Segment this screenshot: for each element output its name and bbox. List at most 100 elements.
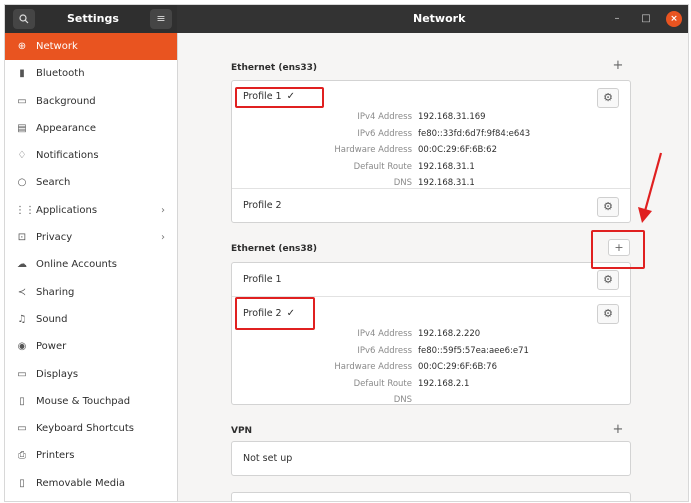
annotation-box-profile2 — [235, 297, 315, 330]
sidebar-item-notifications[interactable]: ♢ Notifications — [5, 142, 177, 169]
sidebar-item-label: Search — [36, 177, 71, 189]
detail-key: IPv4 Address — [357, 112, 412, 122]
sidebar-item-mouse-touchpad[interactable]: ▯ Mouse & Touchpad — [5, 388, 177, 415]
detail-key: Hardware Address — [334, 362, 412, 372]
sidebar-item-label: Privacy — [36, 232, 73, 244]
removable-media-icon: ▯ — [19, 477, 25, 489]
sidebar-item-label: Online Accounts — [36, 259, 118, 271]
section-title-ens33: Ethernet (ens33) — [231, 63, 317, 73]
applications-icon: ⋮⋮ — [15, 204, 35, 216]
privacy-icon: ⊡ — [17, 232, 27, 244]
power-icon: ◉ — [17, 341, 27, 353]
sidebar-item-network[interactable]: ⊕ Network — [5, 33, 177, 61]
detail-value: 192.168.2.220 — [418, 329, 481, 339]
gear-icon: ⚙ — [603, 307, 613, 320]
profile-row[interactable]: Profile 2 ⚙ — [232, 188, 630, 223]
detail-row: Default Route 192.168.2.1 — [232, 376, 630, 393]
sidebar-item-keyboard-shortcuts[interactable]: ▭ Keyboard Shortcuts — [5, 415, 177, 442]
detail-value: 192.168.31.1 — [418, 161, 475, 172]
sidebar-item-label: Network — [36, 41, 78, 52]
sidebar-item-label: Keyboard Shortcuts — [36, 423, 134, 435]
annotation-arrow — [638, 152, 663, 223]
network-panel: Ethernet (ens33) + Profile 1 ✓ ⚙ IPv4 Add… — [178, 33, 688, 501]
sidebar-item-label: Power — [36, 341, 67, 353]
sidebar-item-printers[interactable]: ⎙ Printers — [5, 442, 177, 469]
displays-icon: ▭ — [17, 368, 27, 380]
detail-row: Hardware Address 00:0C:29:6F:6B:76 — [232, 359, 630, 376]
sidebar-item-background[interactable]: ▭ Background — [5, 88, 177, 115]
page-title: Network — [413, 12, 466, 25]
detail-key: Hardware Address — [334, 145, 412, 155]
sidebar-item-label: Printers — [36, 450, 75, 462]
sidebar-item-applications[interactable]: ⋮⋮ Applications › — [5, 197, 177, 224]
sidebar-item-label: Removable Media — [36, 477, 126, 489]
profile-label: Profile 2 — [243, 200, 282, 211]
sidebar-item-sharing[interactable]: ≺ Sharing — [5, 279, 177, 306]
sharing-icon: ≺ — [17, 286, 27, 298]
detail-value: 00:0C:29:6F:6B:76 — [418, 362, 497, 372]
minimize-button[interactable]: – — [609, 11, 625, 27]
sidebar-item-bluetooth[interactable]: ▮ Bluetooth — [5, 60, 177, 87]
detail-value: fe80::33fd:6d7f:9f84:e643 — [418, 128, 531, 139]
annotation-box-profile1 — [235, 87, 324, 108]
detail-row: DNS — [232, 392, 630, 409]
printer-icon: ⎙ — [18, 450, 26, 462]
sidebar-item-sound[interactable]: ♫ Sound — [5, 306, 177, 333]
detail-value: 192.168.2.1 — [418, 378, 470, 389]
settings-window: Settings ≡ Network – □ × ⊕ Network ▮ Blueto… — [4, 4, 689, 502]
add-connection-button-ens33[interactable]: + — [608, 57, 628, 75]
hamburger-icon: ≡ — [156, 12, 166, 25]
sidebar-item-online-accounts[interactable]: ☁ Online Accounts — [5, 251, 177, 278]
sidebar-item-label: Bluetooth — [36, 68, 85, 80]
detail-key: IPv6 Address — [357, 345, 412, 356]
notifications-icon: ♢ — [17, 150, 27, 162]
chevron-right-icon: › — [161, 232, 165, 244]
section-title-vpn: VPN — [231, 426, 253, 436]
appearance-icon: ▤ — [17, 122, 27, 134]
menu-button[interactable]: ≡ — [150, 9, 172, 29]
gear-icon: ⚙ — [603, 273, 613, 286]
sidebar-item-displays[interactable]: ▭ Displays — [5, 361, 177, 388]
detail-value: 00:0C:29:6F:6B:62 — [418, 145, 497, 155]
search-button[interactable] — [13, 9, 35, 29]
profile-settings-button[interactable]: ⚙ — [597, 88, 619, 108]
profile-settings-button[interactable]: ⚙ — [597, 270, 619, 290]
sidebar-item-power[interactable]: ◉ Power — [5, 333, 177, 360]
search-icon: ○ — [17, 177, 27, 189]
main-headerbar: Network – □ × — [177, 5, 688, 33]
card-ens38: Profile 1 ⚙ Profile 2 ✓ ⚙ IPv4 Address 192… — [231, 262, 631, 405]
search-icon — [19, 14, 29, 24]
close-button[interactable]: × — [666, 11, 682, 27]
sidebar-item-appearance[interactable]: ▤ Appearance — [5, 115, 177, 142]
gear-icon: ⚙ — [603, 91, 613, 104]
profile-settings-button[interactable]: ⚙ — [597, 197, 619, 217]
mouse-icon: ▯ — [19, 395, 25, 407]
detail-value: 192.168.31.169 — [418, 112, 486, 122]
add-vpn-button[interactable]: + — [608, 421, 628, 439]
sidebar-item-search[interactable]: ○ Search — [5, 169, 177, 196]
detail-row: IPv6 Address fe80::33fd:6d7f:9f84:e643 — [232, 126, 630, 143]
sidebar-item-label: Sharing — [36, 286, 75, 298]
detail-key: DNS — [393, 395, 412, 405]
profile-settings-button[interactable]: ⚙ — [597, 304, 619, 324]
sidebar-item-label: Sound — [36, 313, 68, 325]
detail-key: IPv6 Address — [357, 128, 412, 139]
sound-icon: ♫ — [17, 313, 27, 325]
sidebar-item-label: Background — [36, 95, 96, 107]
detail-key: Default Route — [353, 378, 412, 389]
vpn-card: Not set up — [231, 441, 631, 476]
gear-icon: ⚙ — [603, 200, 613, 213]
sidebar-item-label: Applications — [36, 204, 98, 216]
chevron-right-icon: › — [161, 204, 165, 216]
profile-row[interactable]: Profile 1 ⚙ — [232, 263, 630, 296]
detail-row: Default Route 192.168.31.1 — [232, 159, 630, 176]
detail-key: Default Route — [353, 161, 412, 172]
network-icon: ⊕ — [17, 41, 27, 52]
sidebar-title: Settings — [67, 12, 119, 25]
bluetooth-icon: ▮ — [19, 68, 25, 80]
sidebar-item-privacy[interactable]: ⊡ Privacy › — [5, 224, 177, 251]
sidebar-item-removable-media[interactable]: ▯ Removable Media — [5, 470, 177, 497]
sidebar-item-label: Displays — [36, 368, 79, 380]
maximize-button[interactable]: □ — [638, 11, 654, 27]
next-card — [231, 492, 631, 501]
